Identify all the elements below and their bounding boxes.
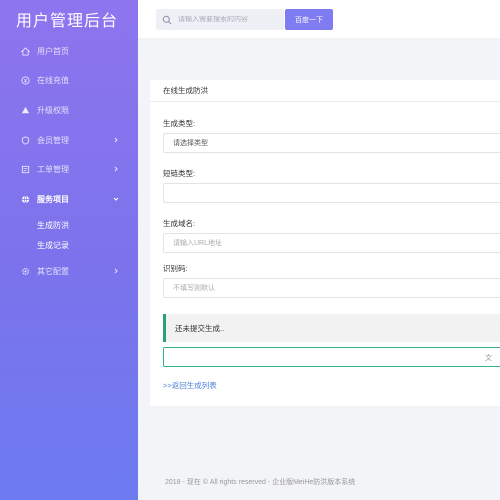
status-alert: 还未提交生成.. bbox=[163, 314, 500, 342]
sidebar-item-label: 用户首页 bbox=[37, 46, 69, 56]
sidebar-item-label: 在线充值 bbox=[37, 75, 69, 85]
recharge-icon bbox=[20, 75, 30, 85]
chevron-down-icon bbox=[112, 195, 120, 203]
ticket-icon bbox=[20, 164, 30, 174]
sidebar-item-label: 服务项目 bbox=[37, 194, 69, 204]
sidebar-item-tickets[interactable]: 工单管理 bbox=[0, 158, 138, 180]
chevron-right-icon bbox=[112, 165, 120, 173]
back-to-list-link[interactable]: >>返回生成列表 bbox=[163, 380, 217, 391]
search-button[interactable]: 百度一下 bbox=[285, 9, 333, 30]
gen-type-label: 生成类型: bbox=[163, 119, 196, 128]
sidebar-subitem-generate[interactable]: 生成防洪 bbox=[0, 216, 138, 234]
globe-icon bbox=[20, 194, 30, 204]
sidebar-item-services[interactable]: 服务项目 bbox=[0, 188, 138, 210]
shield-icon bbox=[20, 135, 30, 145]
short-type-label: 短链类型: bbox=[163, 169, 196, 178]
short-type-select[interactable] bbox=[163, 183, 500, 203]
code-label: 识别码: bbox=[163, 264, 188, 273]
search-input[interactable] bbox=[178, 16, 278, 23]
chevron-right-icon bbox=[112, 267, 120, 275]
gen-type-select[interactable]: 请选择类型 bbox=[163, 133, 500, 153]
domain-label: 生成域名: bbox=[163, 219, 196, 228]
upgrade-icon bbox=[20, 105, 30, 115]
card-title: 在线生成防洪 bbox=[150, 80, 500, 102]
sidebar-item-members[interactable]: 会员管理 bbox=[0, 129, 138, 151]
home-icon bbox=[20, 46, 30, 56]
app-title: 用户管理后台 bbox=[16, 13, 119, 30]
result-output[interactable]: 文 bbox=[163, 347, 500, 367]
sidebar-item-settings[interactable]: 其它配置 bbox=[0, 260, 138, 282]
copy-icon[interactable]: 文 bbox=[485, 353, 492, 363]
gear-icon bbox=[20, 266, 30, 276]
status-alert-text: 还未提交生成.. bbox=[175, 323, 225, 333]
footer-text: 2018 - 现在 © All rights reserved - 企业版Mei… bbox=[165, 479, 356, 486]
sidebar-item-label: 升级权限 bbox=[37, 105, 69, 115]
generate-form-card: 在线生成防洪 生成类型: 请选择类型 短链类型: 生成域名: 请输入URL地址 … bbox=[150, 80, 500, 406]
search-icon bbox=[162, 15, 172, 24]
sidebar-subitem-records[interactable]: 生成记录 bbox=[0, 236, 138, 254]
sidebar-item-label: 工单管理 bbox=[37, 164, 69, 174]
sidebar: 用户管理后台 用户首页 在线充值 升级权限 会员管理 工单管理 服务项目 生成防… bbox=[0, 0, 138, 500]
search-box bbox=[156, 9, 284, 30]
chevron-right-icon bbox=[112, 136, 120, 144]
sidebar-item-home[interactable]: 用户首页 bbox=[0, 40, 138, 62]
domain-input[interactable]: 请输入URL地址 bbox=[163, 233, 500, 253]
sidebar-item-label: 会员管理 bbox=[37, 135, 69, 145]
top-header: 百度一下 bbox=[138, 0, 500, 38]
sidebar-item-upgrade[interactable]: 升级权限 bbox=[0, 99, 138, 121]
sidebar-item-recharge[interactable]: 在线充值 bbox=[0, 69, 138, 91]
code-input[interactable]: 不填写则默认 bbox=[163, 278, 500, 298]
sidebar-item-label: 其它配置 bbox=[37, 266, 69, 276]
